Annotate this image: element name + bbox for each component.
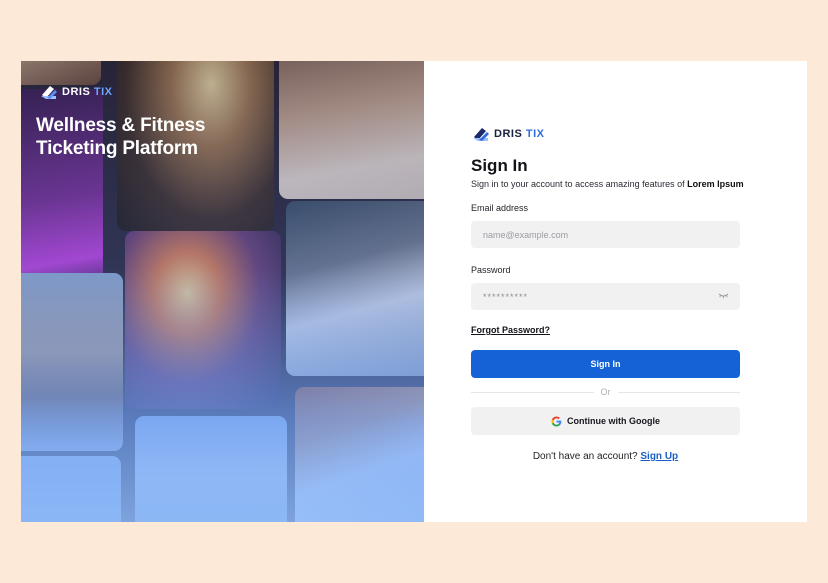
ticket-icon (473, 128, 489, 141)
page-subtitle: Sign in to your account to access amazin… (471, 179, 744, 189)
wordmark-accent: TIX (525, 128, 545, 140)
divider-label: Or (600, 387, 611, 397)
divider-line (617, 391, 740, 393)
ticket-icon (41, 86, 57, 99)
subtitle-brand: Lorem Ipsum (687, 179, 744, 189)
hero-logo: DRIS TIX (39, 83, 112, 101)
hero-wordmark: DRIS TIX (62, 86, 112, 98)
email-field-wrapper (471, 221, 740, 248)
forgot-password-link[interactable]: Forgot Password? (471, 325, 550, 335)
hero-title: Wellness & Fitness Ticketing Platform (36, 114, 276, 160)
password-field[interactable]: ********** (471, 283, 740, 310)
password-value: ********** (483, 291, 529, 302)
brand-logo: DRIS TIX (471, 124, 740, 144)
hero-title-line2: Ticketing Platform (36, 138, 198, 159)
sign-in-card: DRIS TIX Wellness & Fitness Ticketing Pl… (21, 61, 807, 522)
subtitle-text: Sign in to your account to access amazin… (471, 179, 688, 189)
divider-line (471, 391, 594, 393)
page-title: Sign In (471, 156, 528, 175)
google-icon (551, 415, 562, 427)
hero-title-line1: Wellness & Fitness (36, 115, 206, 136)
eye-closed-icon[interactable] (718, 292, 729, 300)
email-field[interactable] (483, 229, 728, 240)
wordmark-primary: DRIS (62, 86, 91, 98)
google-sign-in-button[interactable]: Continue with Google (471, 407, 740, 435)
wordmark-primary: DRIS (494, 128, 523, 140)
signup-prompt-text: Don't have an account? (532, 451, 638, 462)
sign-in-button[interactable]: Sign In (471, 350, 740, 378)
google-button-label: Continue with Google (567, 416, 660, 426)
sign-in-form: DRIS TIX Sign In Sign in to your account… (471, 124, 744, 462)
form-panel: DRIS TIX Sign In Sign in to your account… (424, 61, 807, 522)
or-divider: Or (471, 387, 740, 397)
password-label: Password (471, 265, 511, 275)
wordmark-accent: TIX (93, 86, 113, 98)
sign-up-link[interactable]: Sign Up (640, 451, 678, 462)
brand-wordmark: DRIS TIX (494, 128, 544, 140)
hero-panel: DRIS TIX Wellness & Fitness Ticketing Pl… (21, 61, 424, 522)
signup-prompt: Don't have an account? Sign Up (471, 451, 740, 462)
email-label: Email address (471, 203, 529, 213)
